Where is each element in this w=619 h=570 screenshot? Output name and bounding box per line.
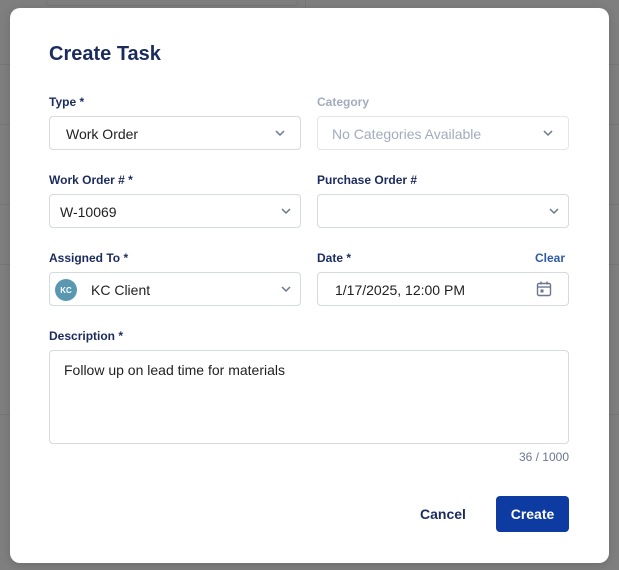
- work-order-select[interactable]: W-10069: [49, 194, 301, 228]
- purchase-order-select[interactable]: [317, 194, 569, 228]
- chevron-down-icon: [543, 130, 553, 137]
- chevron-down-icon: [281, 208, 291, 215]
- assigned-to-select[interactable]: KC KC Client: [49, 272, 301, 306]
- chevron-down-icon: [549, 208, 559, 215]
- clear-date-link[interactable]: Clear: [535, 251, 565, 265]
- character-counter: 36 / 1000: [518, 450, 569, 464]
- date-field[interactable]: 1/17/2025, 12:00 PM: [317, 272, 569, 306]
- cancel-button[interactable]: Cancel: [414, 496, 472, 532]
- calendar-icon[interactable]: [535, 280, 553, 298]
- date-label: Date *: [317, 251, 352, 265]
- chevron-down-icon: [281, 286, 291, 293]
- work-order-value: W-10069: [60, 204, 117, 220]
- type-select[interactable]: Work Order: [49, 116, 301, 150]
- create-task-dialog: Create Task Type * Work Order Category N…: [10, 8, 609, 563]
- create-button[interactable]: Create: [496, 496, 569, 532]
- purchase-order-label: Purchase Order #: [317, 173, 418, 187]
- background-input: [46, 0, 298, 6]
- type-value: Work Order: [66, 126, 139, 142]
- assigned-to-value: KC Client: [91, 282, 151, 298]
- category-select[interactable]: No Categories Available: [317, 116, 569, 150]
- description-label: Description *: [49, 329, 124, 343]
- category-label: Category: [317, 95, 370, 109]
- work-order-label: Work Order # *: [49, 173, 133, 187]
- description-textarea[interactable]: Follow up on lead time for materials: [49, 350, 569, 444]
- date-value: 1/17/2025, 12:00 PM: [335, 282, 465, 298]
- chevron-down-icon: [275, 130, 285, 137]
- dialog-title: Create Task: [49, 43, 161, 65]
- assigned-to-label: Assigned To *: [49, 251, 129, 265]
- type-label: Type *: [49, 95, 85, 109]
- avatar: KC: [55, 279, 77, 301]
- description-text: Follow up on lead time for materials: [64, 362, 285, 378]
- category-placeholder: No Categories Available: [332, 126, 482, 142]
